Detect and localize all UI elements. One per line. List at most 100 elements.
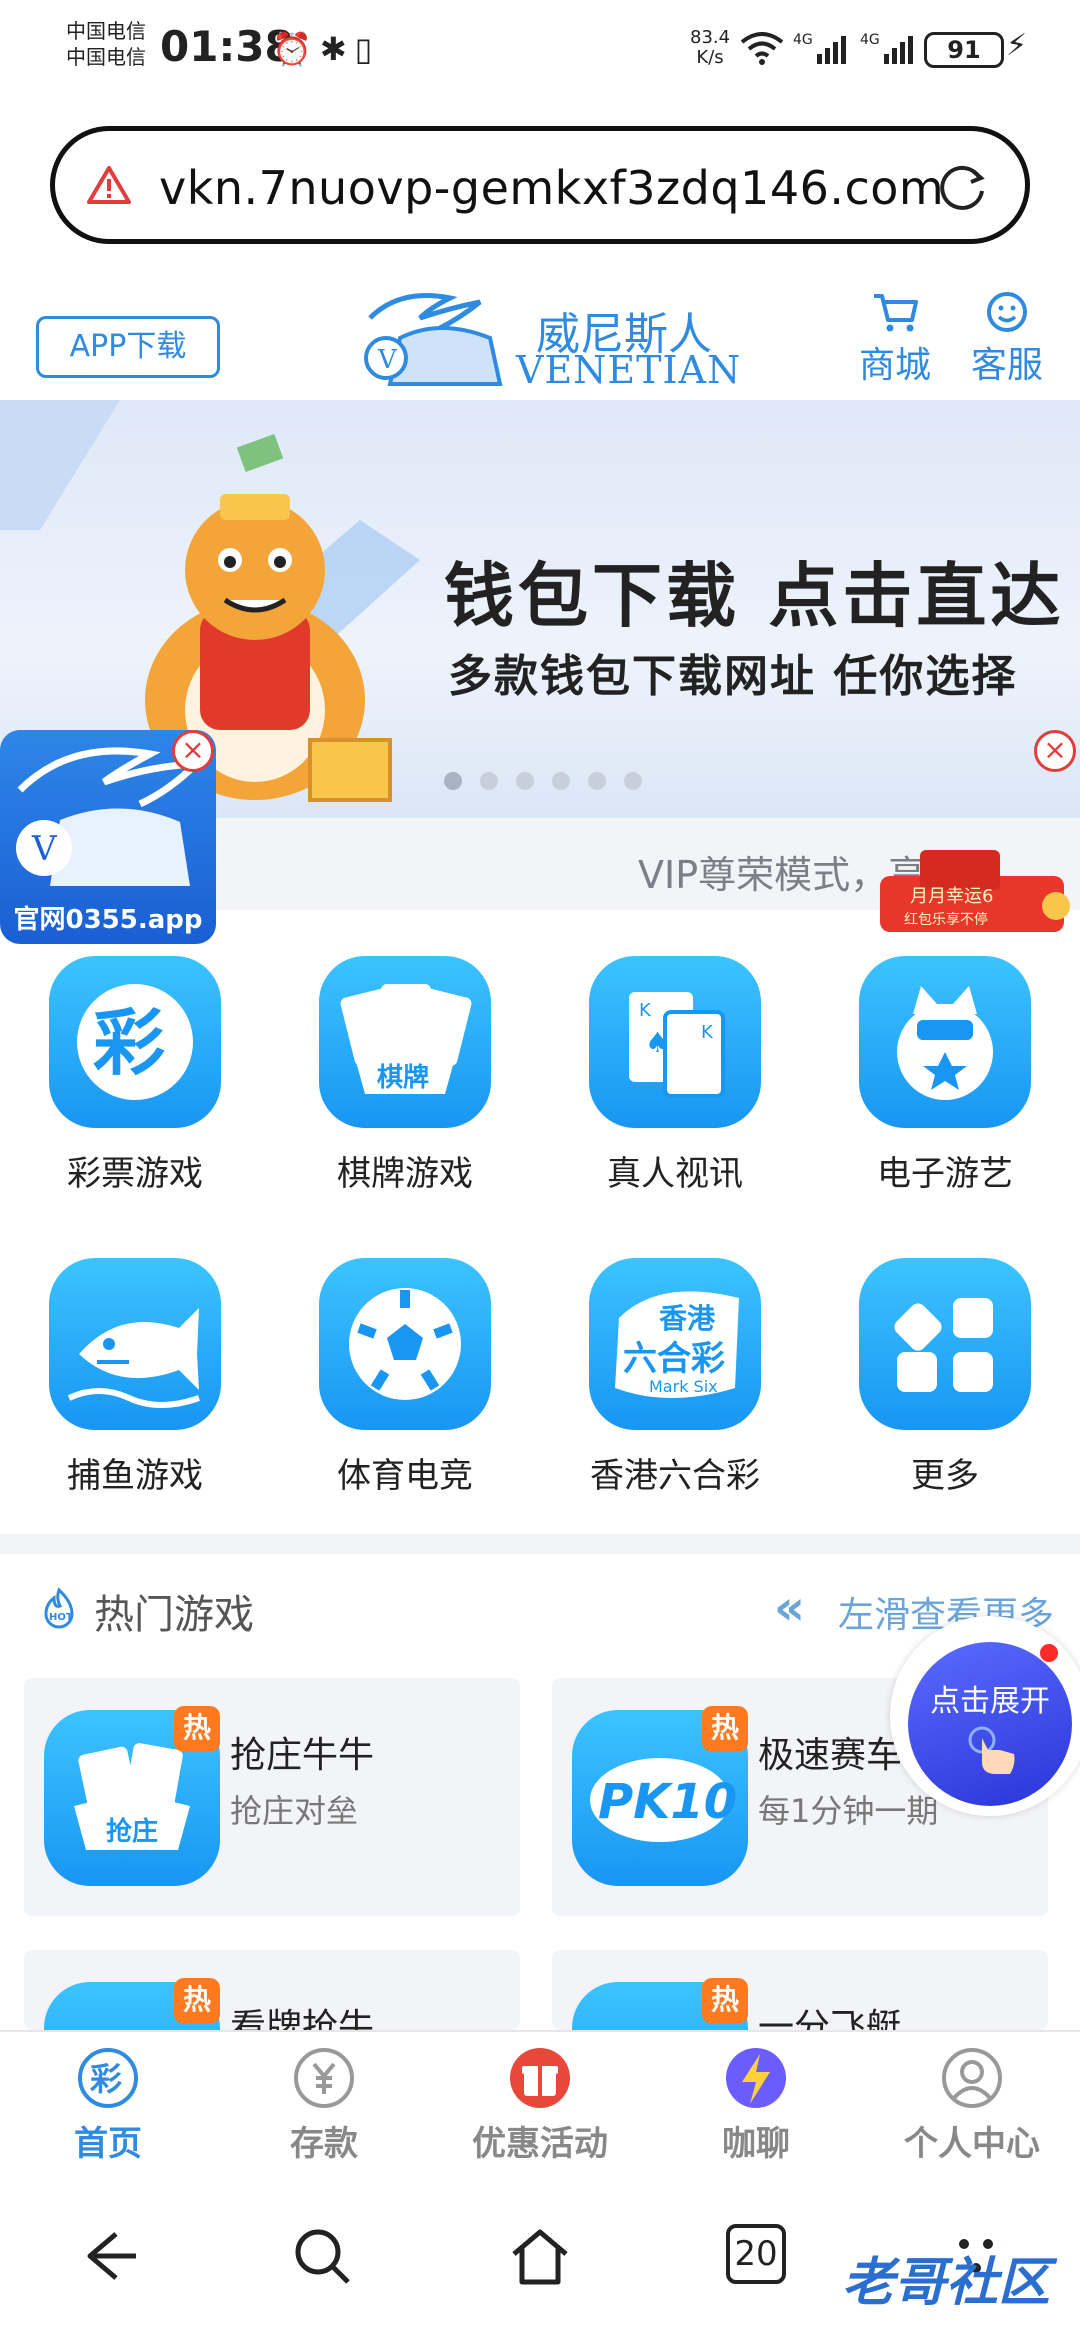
- battery-indicator: 91: [924, 32, 1004, 68]
- status-bar: 中国电信 中国电信 01:38 ⏰✱▯ 83.4 K/s 4G 4G 91 ⚡: [0, 0, 1080, 100]
- hot-badge: 热: [174, 1978, 220, 2024]
- svg-text:PK10: PK10: [598, 1774, 737, 1830]
- soccer-icon: [349, 1288, 461, 1400]
- svg-text:彩: 彩: [90, 2060, 122, 2098]
- status-icons-left: ⏰✱▯: [272, 30, 380, 68]
- red-packet-promo-icon[interactable]: 月月幸运6 红包乐享不停: [870, 846, 1074, 942]
- hot-game-desc: 每1分钟一期: [758, 1792, 939, 1830]
- svg-text:棋牌: 棋牌: [377, 1062, 429, 1093]
- tabs-count-button[interactable]: 20: [726, 2224, 786, 2284]
- game-category-more[interactable]: 更多: [810, 1258, 1080, 1497]
- vibrate-icon: ▯: [354, 30, 381, 68]
- reload-icon[interactable]: [933, 159, 991, 217]
- hot-game-card[interactable]: 热 看牌抢牛: [24, 1950, 520, 2030]
- tab-home[interactable]: 彩 首页: [0, 2046, 216, 2165]
- signal-4g-icon-1: 4G: [793, 32, 846, 64]
- close-icon[interactable]: ×: [172, 730, 214, 772]
- svg-text:♠: ♠: [645, 1026, 670, 1059]
- address-bar[interactable]: vkn.7nuovp-gemkxf3zdq146.com: [50, 126, 1030, 244]
- game-category-live[interactable]: K K ♠ 真人视讯: [540, 956, 810, 1195]
- carrier-names: 中国电信 中国电信: [66, 18, 146, 70]
- tap-hand-icon: [968, 1726, 1015, 1774]
- watermark-text: 老哥社区: [842, 2253, 1051, 2313]
- bluetooth-icon: ✱: [319, 30, 355, 68]
- carrier-2: 中国电信: [66, 45, 146, 69]
- game-category-slots[interactable]: 电子游艺: [810, 956, 1080, 1195]
- customer-service-button[interactable]: 客服: [962, 290, 1052, 388]
- game-category-sports[interactable]: 体育电竞: [270, 1258, 540, 1497]
- game-category-cards[interactable]: 棋牌 棋牌游戏: [270, 956, 540, 1195]
- hot-game-card[interactable]: 抢庄 热 抢庄牛牛 抢庄对垒: [24, 1678, 520, 1916]
- lottery-icon: 彩: [77, 984, 193, 1100]
- hot-game-name: 抢庄牛牛: [230, 1735, 375, 1776]
- slots-icon: [897, 986, 993, 1100]
- carousel-dot[interactable]: [552, 772, 570, 790]
- tab-deposit[interactable]: 存款: [216, 2046, 432, 2165]
- net-speed: 83.4 K/s: [690, 27, 731, 68]
- logo-english: VENETIAN: [516, 348, 742, 392]
- app-download-button[interactable]: APP下载: [36, 316, 220, 378]
- winged-lion-icon: V: [364, 293, 503, 386]
- tab-chat[interactable]: 咖聊: [648, 2046, 864, 2165]
- carousel-dot[interactable]: [444, 772, 462, 790]
- expand-button[interactable]: 点击展开: [908, 1642, 1072, 1806]
- carousel-dot[interactable]: [480, 772, 498, 790]
- hot-games-title: 热门游戏: [94, 1592, 254, 1638]
- banner-headline: 钱包下载 点击直达: [444, 555, 1065, 637]
- carousel-dot[interactable]: [588, 772, 606, 790]
- warning-icon[interactable]: [87, 165, 131, 205]
- url-text[interactable]: vkn.7nuovp-gemkxf3zdq146.com: [159, 161, 944, 215]
- gift-icon: [510, 2048, 570, 2108]
- signal-4g-icon-2: 4G: [860, 32, 913, 64]
- hot-game-name: 极速赛车: [758, 1735, 903, 1776]
- cards-icon: 棋牌: [340, 984, 472, 1094]
- fish-icon: [67, 1308, 200, 1408]
- red-packet-text-2: 红包乐享不停: [904, 911, 988, 928]
- hot-fire-icon: HOT: [44, 1587, 74, 1629]
- hot-game-card[interactable]: 热 一分飞艇: [552, 1950, 1048, 2030]
- status-icons-right: 4G 4G: [740, 30, 918, 66]
- mark-six-icon: 香港六合彩Mark Six: [615, 1291, 739, 1398]
- site-header: APP下载 V 威尼斯人 VENETIAN 商城 客服: [0, 270, 1080, 400]
- lightning-icon: [726, 2048, 786, 2108]
- carousel-dot[interactable]: [516, 772, 534, 790]
- svg-text:V: V: [31, 829, 58, 869]
- tab-profile[interactable]: 个人中心: [864, 2046, 1080, 2165]
- floating-expand-widget[interactable]: 点击展开: [890, 1616, 1080, 1816]
- shop-button[interactable]: 商城: [850, 290, 940, 388]
- game-category-fishing[interactable]: 捕鱼游戏: [0, 1258, 270, 1497]
- promo-url-text: 官网0355.app: [13, 905, 203, 935]
- venetian-logo[interactable]: V 威尼斯人 VENETIAN: [360, 288, 740, 392]
- hot-badge: 热: [702, 1706, 748, 1752]
- close-icon[interactable]: ×: [1034, 730, 1076, 772]
- back-arrow-icon[interactable]: [76, 2224, 140, 2288]
- svg-text:HOT: HOT: [49, 1612, 73, 1623]
- alarm-icon: ⏰: [272, 30, 320, 68]
- home-icon[interactable]: [508, 2224, 572, 2288]
- tab-promotions[interactable]: 优惠活动: [432, 2046, 648, 2165]
- svg-text:抢庄: 抢庄: [106, 1816, 158, 1847]
- hot-badge: 热: [702, 1978, 748, 2024]
- svg-text:Mark Six: Mark Six: [649, 1377, 718, 1396]
- hot-badge: 热: [174, 1706, 220, 1752]
- svg-text:六合彩: 六合彩: [623, 1339, 725, 1379]
- user-icon: [942, 2048, 1002, 2108]
- wifi-icon: [740, 32, 784, 65]
- cart-icon: [874, 294, 918, 332]
- carousel-dots: [444, 772, 660, 794]
- hot-game-name: 看牌抢牛: [230, 2007, 375, 2030]
- more-grid-icon: [894, 1298, 993, 1392]
- notification-dot: [1040, 1644, 1058, 1662]
- yuan-coin-icon: [294, 2048, 354, 2108]
- charging-icon: ⚡: [1006, 28, 1028, 63]
- svg-text:4G: 4G: [793, 32, 813, 48]
- bottom-tab-bar: 彩 首页 存款 优惠活动 咖聊 个人中心: [0, 2030, 1080, 2172]
- game-category-mark-six[interactable]: 香港六合彩 Mark Six 香港六合彩: [540, 1258, 810, 1497]
- game-category-lottery[interactable]: 彩 彩票游戏: [0, 956, 270, 1195]
- svg-text:4G: 4G: [860, 32, 880, 48]
- carousel-dot[interactable]: [624, 772, 642, 790]
- svg-text:香港: 香港: [659, 1302, 716, 1335]
- smiley-support-icon: [987, 292, 1027, 332]
- home-lottery-icon: 彩: [78, 2048, 138, 2108]
- search-icon[interactable]: [290, 2224, 354, 2288]
